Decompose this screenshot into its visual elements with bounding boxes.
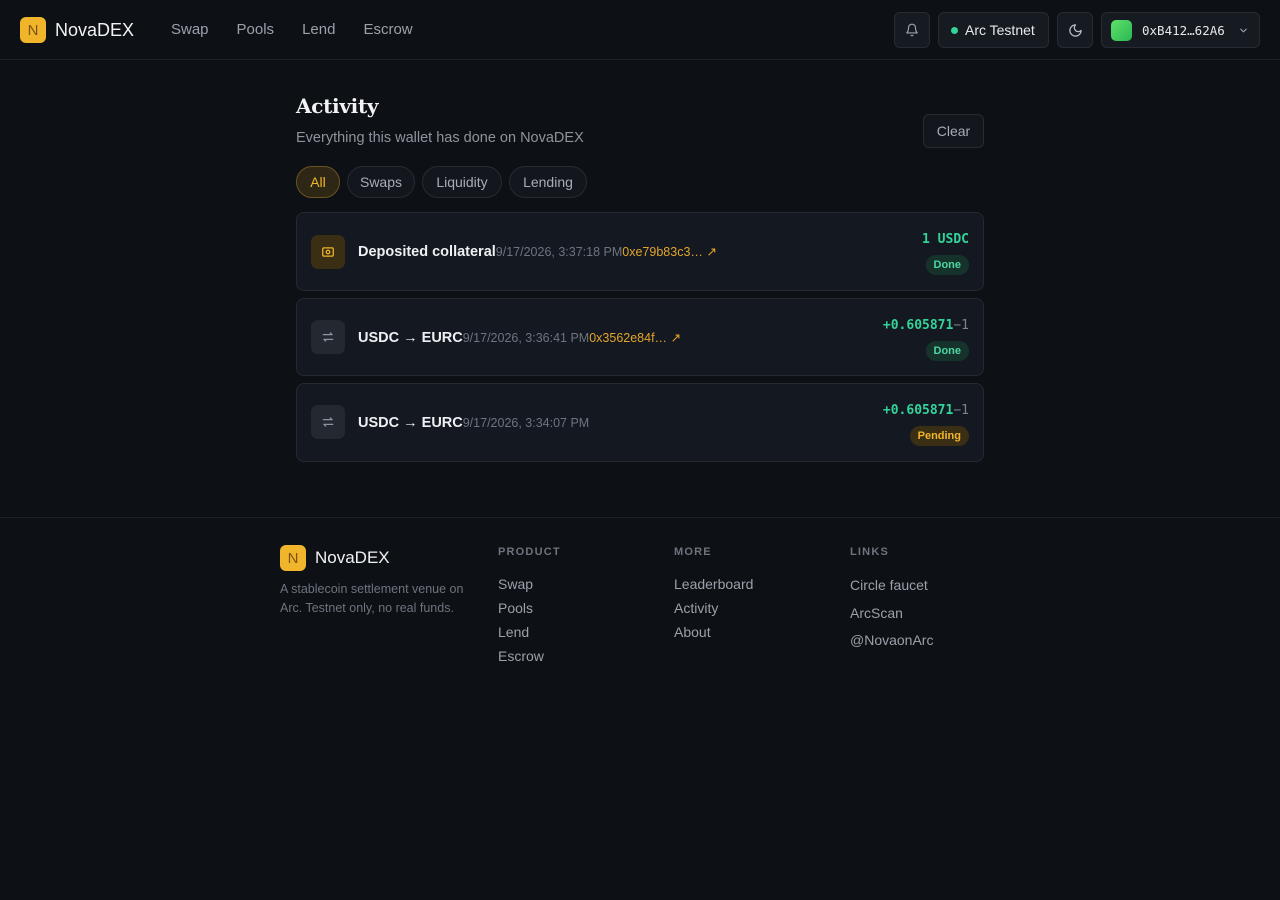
footer-link-social[interactable]: @NovaonArc bbox=[850, 627, 933, 655]
amount-received: +0.605871 bbox=[882, 318, 954, 333]
footer-heading: LINKS bbox=[850, 546, 889, 558]
nav-pools[interactable]: Pools bbox=[237, 20, 275, 40]
network-status-dot bbox=[951, 26, 958, 34]
footer-brand-name: NovaDEX bbox=[315, 548, 390, 567]
nav-lend[interactable]: Lend bbox=[302, 20, 335, 40]
moon-icon bbox=[1068, 23, 1082, 37]
footer-column-links: LINKS Circle faucet ArcScan @NovaonArc bbox=[850, 546, 933, 655]
swap-icon bbox=[311, 320, 345, 354]
bell-icon bbox=[906, 23, 918, 37]
footer-heading: MORE bbox=[674, 546, 712, 558]
logo-icon: N bbox=[20, 17, 46, 43]
activity-row[interactable]: USDC → EURC9/17/2026, 3:34:07 PM +0.6058… bbox=[296, 383, 984, 462]
nav-escrow[interactable]: Escrow bbox=[363, 20, 412, 40]
amount-sent: −1 bbox=[953, 318, 969, 333]
footer-link-about[interactable]: About bbox=[674, 620, 753, 644]
top-header: N NovaDEX Swap Pools Lend Escrow Arc Tes… bbox=[0, 0, 1280, 60]
filter-all[interactable]: All bbox=[296, 166, 340, 198]
network-label: Arc Testnet bbox=[965, 22, 1035, 38]
page-subtitle: Everything this wallet has done on NovaD… bbox=[296, 130, 584, 146]
activity-time: 9/17/2026, 3:34:07 PM bbox=[462, 416, 590, 430]
network-selector[interactable]: Arc Testnet bbox=[938, 12, 1049, 48]
page-title: Activity bbox=[296, 94, 379, 118]
activity-row[interactable]: Deposited collateral9/17/2026, 3:37:18 P… bbox=[296, 212, 984, 291]
footer-link-pools[interactable]: Pools bbox=[498, 596, 561, 620]
activity-filters: All Swaps Liquidity Lending bbox=[296, 166, 594, 198]
status-badge: Pending bbox=[909, 426, 969, 446]
filter-swaps[interactable]: Swaps bbox=[347, 166, 415, 198]
clear-button[interactable]: Clear bbox=[923, 114, 984, 148]
activity-amount: 1 USDC bbox=[922, 232, 969, 247]
brand[interactable]: N NovaDEX bbox=[20, 17, 134, 43]
activity-row[interactable]: USDC → EURC9/17/2026, 3:36:41 PM0x3562e8… bbox=[296, 298, 984, 376]
vault-icon bbox=[311, 235, 345, 269]
footer-column-more: MORE Leaderboard Activity About bbox=[674, 546, 753, 644]
amount-received: +0.605871 bbox=[882, 403, 954, 418]
footer-link-arcscan[interactable]: ArcScan bbox=[850, 600, 933, 628]
activity-title-line: USDC → EURC9/17/2026, 3:36:41 PM0x3562e8… bbox=[358, 330, 681, 346]
amount-sent: −1 bbox=[953, 403, 969, 418]
footer-link-lend[interactable]: Lend bbox=[498, 620, 561, 644]
wallet-button[interactable]: 0xB412…62A6 bbox=[1101, 12, 1260, 48]
main-nav: Swap Pools Lend Escrow bbox=[171, 20, 441, 40]
swap-icon bbox=[311, 405, 345, 439]
wallet-avatar bbox=[1111, 19, 1132, 41]
tx-hash-link[interactable]: 0x3562e84f… ↗ bbox=[589, 331, 681, 345]
activity-time: 9/17/2026, 3:37:18 PM bbox=[495, 245, 623, 259]
status-badge: Done bbox=[925, 341, 969, 361]
filter-liquidity[interactable]: Liquidity bbox=[422, 166, 502, 198]
theme-toggle-button[interactable] bbox=[1057, 12, 1093, 48]
chevron-down-icon bbox=[1240, 28, 1247, 33]
nav-swap[interactable]: Swap bbox=[171, 20, 209, 40]
footer-link-swap[interactable]: Swap bbox=[498, 572, 561, 596]
status-badge: Done bbox=[925, 255, 969, 275]
tx-hash-link[interactable]: 0xe79b83c3… ↗ bbox=[622, 245, 717, 259]
activity-title: USDC → EURC bbox=[358, 415, 463, 431]
activity-title: Deposited collateral bbox=[358, 244, 496, 260]
notifications-button[interactable] bbox=[894, 12, 930, 48]
wallet-address: 0xB412…62A6 bbox=[1142, 22, 1225, 38]
footer-link-circle-faucet[interactable]: Circle faucet bbox=[850, 572, 933, 600]
activity-time: 9/17/2026, 3:36:41 PM bbox=[462, 331, 590, 345]
activity-amount: +0.605871−1 bbox=[883, 403, 969, 418]
amount-value: 1 USDC bbox=[922, 232, 969, 247]
footer-brand[interactable]: N NovaDEX bbox=[280, 545, 390, 571]
footer-link-activity[interactable]: Activity bbox=[674, 596, 753, 620]
activity-title-line: USDC → EURC9/17/2026, 3:34:07 PM bbox=[358, 415, 589, 431]
footer-link-leaderboard[interactable]: Leaderboard bbox=[674, 572, 753, 596]
logo-icon: N bbox=[280, 545, 306, 571]
footer-heading: PRODUCT bbox=[498, 546, 561, 558]
activity-title-line: Deposited collateral9/17/2026, 3:37:18 P… bbox=[358, 244, 717, 260]
filter-lending[interactable]: Lending bbox=[509, 166, 587, 198]
brand-name: NovaDEX bbox=[55, 19, 135, 40]
activity-amount: +0.605871−1 bbox=[883, 318, 969, 333]
activity-title: USDC → EURC bbox=[358, 330, 463, 346]
site-footer: N NovaDEX A stablecoin settlement venue … bbox=[0, 517, 1280, 900]
footer-link-escrow[interactable]: Escrow bbox=[498, 644, 561, 668]
footer-tagline: A stablecoin settlement venue on Arc. Te… bbox=[280, 582, 464, 615]
footer-column-product: PRODUCT Swap Pools Lend Escrow bbox=[498, 546, 561, 668]
